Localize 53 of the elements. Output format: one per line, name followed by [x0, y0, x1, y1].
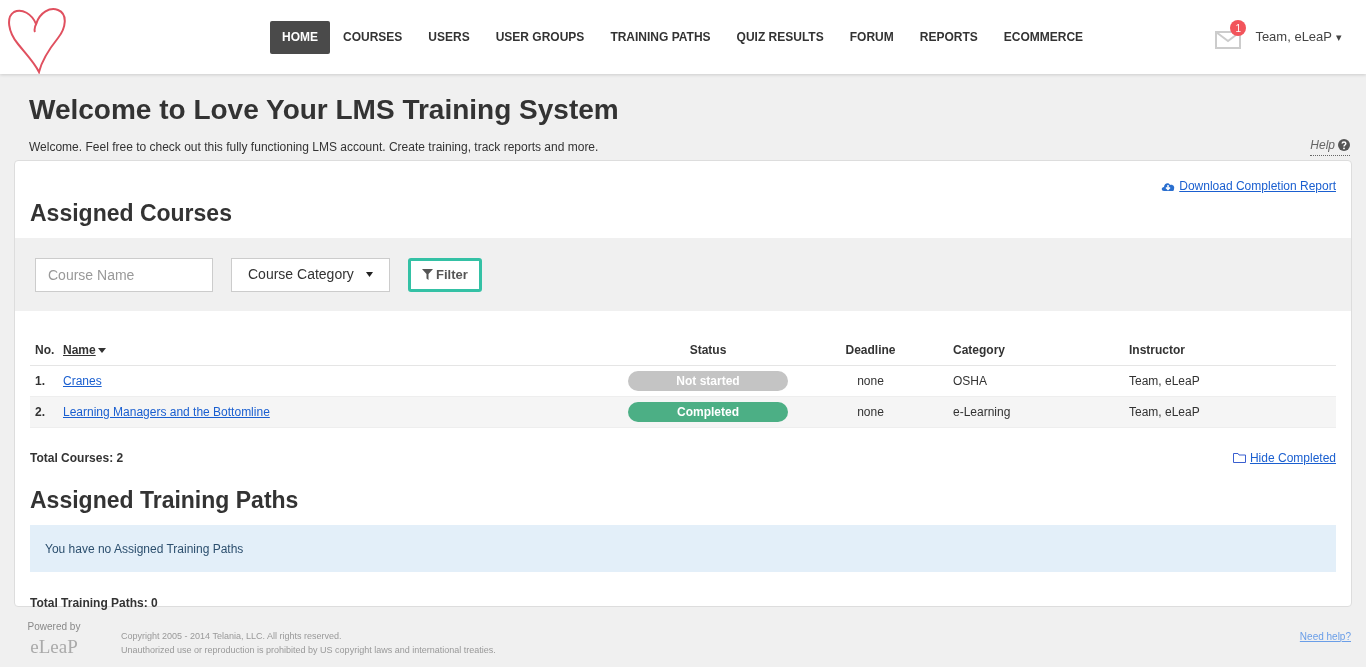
course-link[interactable]: Cranes — [63, 374, 102, 388]
table-cell: OSHA — [953, 374, 987, 388]
table-cell: e-Learning — [953, 405, 1011, 419]
nav-item[interactable]: HOME — [270, 20, 330, 54]
nav-item[interactable]: USERS — [415, 20, 483, 54]
row-number: 1. — [35, 374, 45, 388]
status-badge: Not started — [628, 371, 788, 391]
caret-icon — [366, 272, 373, 277]
status-badge: Completed — [628, 402, 788, 422]
table-cell: none — [857, 374, 884, 388]
heart-logo[interactable] — [6, 6, 68, 74]
table-cell: Team, eLeaP — [1129, 374, 1200, 388]
user-menu[interactable]: Team, eLeaP ▾ — [1255, 27, 1342, 47]
help-link[interactable]: Help — [1310, 136, 1350, 156]
column-header: Category — [953, 343, 1005, 357]
row-number: 2. — [35, 405, 45, 419]
copyright-text: Copyright 2005 - 2014 Telania, LLC. All rights reserved. — [121, 630, 343, 643]
section-title: Assigned Courses — [29, 199, 233, 228]
legal-notice: Unauthorized use or reproduction is prohibited by US copyright laws and international treaties. — [121, 644, 496, 657]
course-name-field[interactable]: Course Name — [35, 257, 213, 292]
section-title: Assigned Training Paths — [29, 486, 300, 515]
column-header: Instructor — [1129, 343, 1185, 357]
hide-completed-link[interactable]: Hide Completed — [1232, 449, 1336, 467]
info-message: You have no Assigned Training Paths — [30, 525, 1336, 572]
funnel-icon — [422, 269, 433, 280]
column-header[interactable]: Name — [63, 341, 106, 359]
nav-item[interactable]: ECOMMERCE — [990, 20, 1097, 54]
envelope-icon[interactable] — [1215, 31, 1242, 49]
folder-icon — [1232, 453, 1246, 463]
cloud-download-icon — [1161, 180, 1176, 192]
course-category-dropdown[interactable]: Course Category — [231, 257, 390, 292]
nav-item[interactable]: TRAINING PATHS — [597, 20, 724, 54]
table-cell: none — [857, 405, 884, 419]
total-training-paths: Total Training Paths: 0 — [29, 595, 159, 612]
page-title: Welcome to Love Your LMS Training System — [29, 93, 620, 127]
table-cell: Team, eLeaP — [1129, 405, 1200, 419]
course-link[interactable]: Learning Managers and the Bottomline — [63, 405, 270, 419]
nav-item[interactable]: REPORTS — [906, 20, 991, 54]
column-header: Status — [689, 343, 727, 357]
intro-text: Welcome. Feel free to check out this fully functioning LMS account. Create training, track reports and more. — [29, 139, 599, 156]
notification-badge: 1 — [1230, 20, 1247, 36]
download-link[interactable]: Download Completion Report — [1161, 177, 1336, 195]
powered-by-label: Powered by — [27, 620, 81, 634]
column-header: No. — [35, 343, 55, 357]
help-icon — [1338, 139, 1350, 151]
sort-caret-icon — [97, 347, 106, 353]
nav-item[interactable]: COURSES — [330, 20, 416, 54]
total-courses: Total Courses: 2 — [30, 450, 124, 467]
filter-button[interactable]: Filter — [408, 257, 482, 292]
column-header: Deadline — [845, 343, 896, 357]
nav-item[interactable]: FORUM — [836, 20, 907, 54]
nav-item[interactable]: QUIZ RESULTS — [723, 20, 837, 54]
nav-item[interactable]: USER GROUPS — [482, 20, 598, 54]
